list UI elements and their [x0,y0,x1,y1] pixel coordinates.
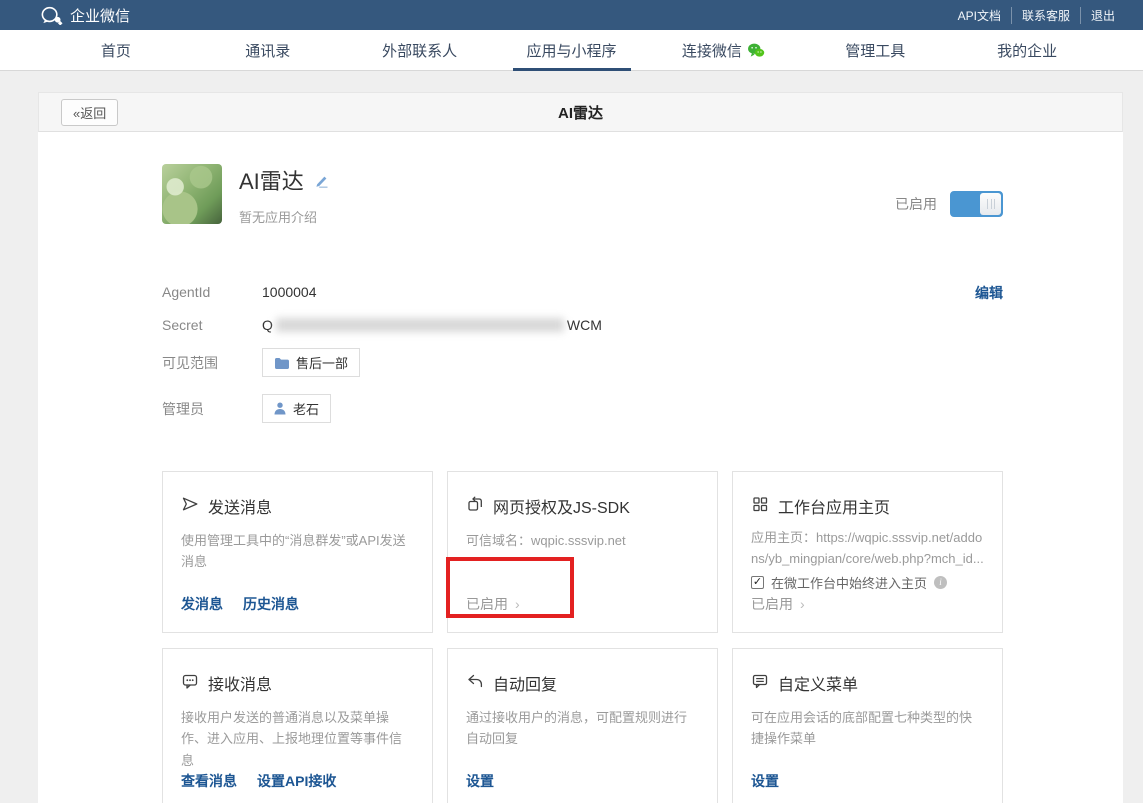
card-receive-message: 接收消息 接收用户发送的普通消息以及菜单操作、进入应用、上报地理位置等事件信息 … [162,648,433,803]
wework-bubble-icon [40,6,63,25]
agentid-value: 1000004 [262,284,317,300]
agentid-row: AgentId 1000004 [162,282,1003,302]
admin-tag: 老石 [262,394,332,423]
back-button[interactable]: «返回 [61,98,119,126]
trusted-domain-text: 可信域名：wqpic.sssvip.net [466,533,626,548]
subheader: «返回 AI雷达 [38,92,1123,132]
app-detail-panel: AI雷达 暂无应用介绍 已启用 编辑 AgentId 1000004 Secre… [38,132,1123,803]
scope-tag-label: 售后一部 [296,356,349,371]
card-title-text: 接收消息 [208,677,273,694]
enabled-label: 已启用 [895,196,937,212]
nav-item-home[interactable]: 首页 [40,30,192,70]
enable-toggle[interactable] [950,191,1003,217]
card-title-text: 工作台应用主页 [778,500,891,517]
topbar: 企业微信 API文档 联系客服 退出 [0,0,1143,30]
auto-reply-settings-link[interactable]: 设置 [466,771,494,791]
brand-name: 企业微信 [70,7,131,25]
main-nav: 首页 通讯录 外部联系人 应用与小程序 连接微信 管理工具 我的企业 [0,30,1143,71]
toggle-knob [980,193,1001,215]
wechat-icon [747,43,765,58]
secret-value: Q WCM [262,317,602,333]
card-title-text: 自动回复 [493,677,558,694]
card-custom-menu: 自定义菜单 可在应用会话的底部配置七种类型的快捷操作菜单 设置 [732,648,1003,803]
topbar-links: API文档 联系客服 退出 [948,6,1125,24]
wework-logo[interactable]: 企业微信 [40,5,130,26]
chevron-right-icon: › [515,596,520,612]
app-fields: 编辑 AgentId 1000004 Secret Q WCM 可见范围 售后一… [162,282,1003,423]
always-enter-homepage-option: ✓ 在微工作台中始终进入主页 i [751,573,984,592]
oauth-enabled-status[interactable]: 已启用 › [466,594,520,614]
card-desc-text: 使用管理工具中的“消息群发”或API发送消息 [181,533,406,570]
homepage-url-text: 应用主页：https://wqpic.sssvip.net/addons/yb_… [751,530,984,567]
agentid-label: AgentId [162,284,211,300]
topbar-link-contact-support[interactable]: 联系客服 [1010,6,1080,24]
grid-icon [751,495,769,518]
topbar-link-logout[interactable]: 退出 [1079,6,1125,24]
card-workbench-homepage: 工作台应用主页 应用主页：https://wqpic.sssvip.net/ad… [732,471,1003,633]
scope-label: 可见范围 [162,354,218,371]
admin-row: 管理员 老石 [162,394,1003,423]
info-icon[interactable]: i [934,575,948,589]
card-oauth-jssdk: 网页授权及JS-SDK 可信域名：wqpic.sssvip.net 已启用 › [447,471,718,633]
nav-item-apps[interactable]: 应用与小程序 [496,30,648,70]
nav-item-connect-wechat[interactable]: 连接微信 [647,30,799,70]
set-api-receive-link[interactable]: 设置API接收 [257,771,336,791]
homepage-enabled-status[interactable]: 已启用 › [751,594,805,614]
card-title-text: 发送消息 [208,500,273,517]
visible-scope-row: 可见范围 售后一部 [162,348,1003,377]
nav-item-admin-tools[interactable]: 管理工具 [799,30,951,70]
secret-label: Secret [162,317,203,333]
card-desc-text: 可在应用会话的底部配置七种类型的快捷操作菜单 [751,710,973,747]
send-message-icon [181,495,199,518]
nav-item-contacts[interactable]: 通讯录 [192,30,344,70]
folder-icon [274,357,289,369]
content-container: «返回 AI雷达 AI雷达 暂无应用介绍 已启用 编辑 AgentId 1000… [38,92,1123,803]
app-logo-image [162,164,222,224]
send-message-link[interactable]: 发消息 [181,594,223,614]
card-auto-reply: 自动回复 通过接收用户的消息，可配置规则进行自动回复 设置 [447,648,718,803]
homepage-checkbox[interactable]: ✓ [751,575,764,589]
card-title-text: 自定义菜单 [778,677,859,694]
admin-label: 管理员 [162,400,204,417]
app-header: AI雷达 暂无应用介绍 已启用 [162,132,1003,226]
app-description: 暂无应用介绍 [239,210,318,225]
message-history-link[interactable]: 历史消息 [243,594,299,614]
app-enable-control: 已启用 [895,182,1003,226]
secret-redaction-blur [275,318,564,332]
scope-tag: 售后一部 [262,348,361,377]
nav-item-my-company[interactable]: 我的企业 [951,30,1103,70]
view-messages-link[interactable]: 查看消息 [181,771,237,791]
topbar-link-api-docs[interactable]: API文档 [948,7,1011,24]
feature-cards: 发送消息 使用管理工具中的“消息群发”或API发送消息 发消息 历史消息 网页授… [162,471,1003,803]
app-title-block: AI雷达 暂无应用介绍 [239,164,329,226]
card-title-text: 网页授权及JS-SDK [493,500,630,517]
receive-message-icon [181,672,199,695]
edit-link[interactable]: 编辑 [975,283,1003,303]
checkbox-label: 在微工作台中始终进入主页 [771,575,928,591]
nav-item-external-contacts[interactable]: 外部联系人 [344,30,496,70]
custom-menu-icon [751,672,769,695]
custom-menu-settings-link[interactable]: 设置 [751,771,779,791]
secret-row: Secret Q WCM [162,315,1003,335]
card-desc-text: 通过接收用户的消息，可配置规则进行自动回复 [466,710,688,747]
edit-name-icon[interactable] [314,174,329,193]
page-title: AI雷达 [557,104,603,122]
auto-reply-icon [466,672,484,695]
admin-tag-label: 老石 [293,402,320,417]
app-name: AI雷达 [239,169,304,194]
card-send-message: 发送消息 使用管理工具中的“消息群发”或API发送消息 发消息 历史消息 [162,471,433,633]
card-desc-text: 接收用户发送的普通消息以及菜单操作、进入应用、上报地理位置等事件信息 [181,710,403,768]
person-icon [274,402,286,415]
chevron-right-icon: › [800,596,805,612]
oauth-jssdk-icon [466,495,484,518]
